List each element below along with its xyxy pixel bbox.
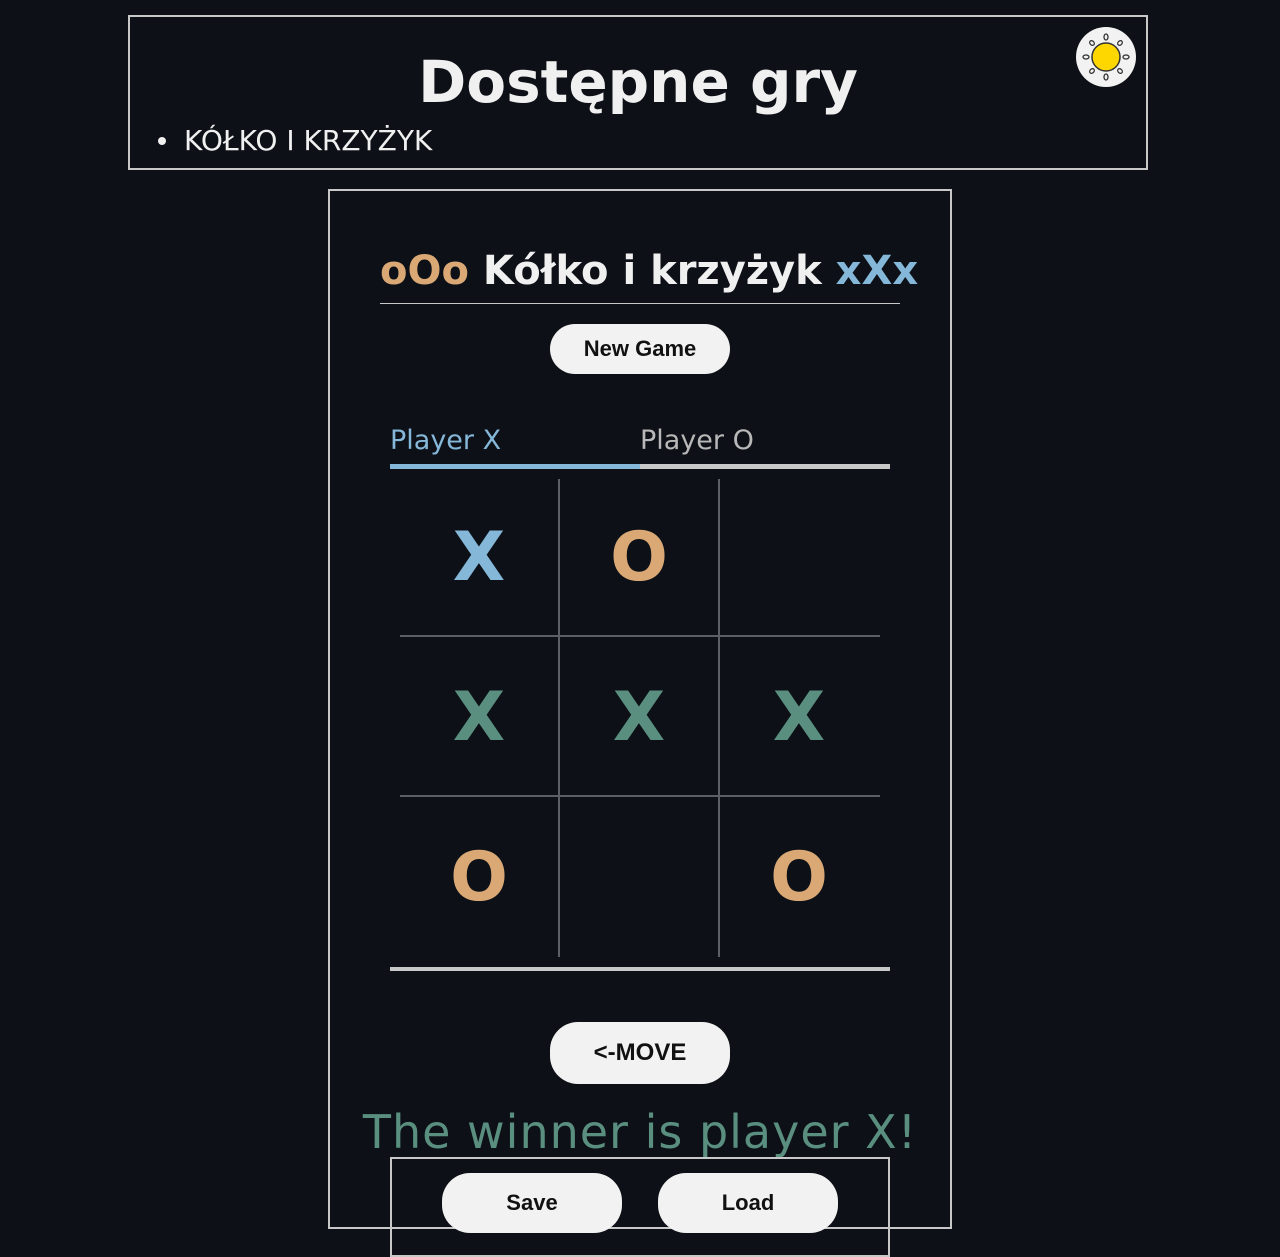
board-bottom-divider: [390, 967, 890, 971]
board-cell-1-0[interactable]: X: [400, 639, 558, 797]
board-cell-2-1[interactable]: [560, 799, 718, 957]
board-cell-0-1[interactable]: O: [560, 479, 718, 637]
game-board: X O X X X O O: [400, 479, 880, 957]
theme-toggle-button[interactable]: [1076, 27, 1136, 87]
title-x-decoration: xXx: [835, 248, 919, 294]
winner-message: The winner is player X!: [362, 1105, 918, 1159]
sun-icon: [1082, 33, 1130, 81]
title-text: Kółko i krzyżyk: [482, 248, 822, 294]
save-button[interactable]: Save: [442, 1173, 622, 1233]
undo-move-button[interactable]: <-MOVE: [550, 1022, 730, 1084]
board-cell-1-2[interactable]: X: [720, 639, 878, 797]
list-bullet: [158, 137, 166, 145]
game-link-label: KÓŁKO I KRZYŻYK: [184, 124, 433, 157]
game-title: oOo Kółko i krzyżyk xXx: [380, 248, 918, 304]
board-cell-1-1[interactable]: X: [560, 639, 718, 797]
tab-player-x[interactable]: Player X: [390, 421, 640, 469]
new-game-button[interactable]: New Game: [550, 324, 730, 374]
board-cell-2-2[interactable]: O: [720, 799, 878, 957]
board-cell-0-0[interactable]: X: [400, 479, 558, 637]
title-o-decoration: oOo: [380, 248, 469, 294]
tab-player-o[interactable]: Player O: [640, 421, 890, 469]
load-button[interactable]: Load: [658, 1173, 838, 1233]
game-panel: oOo Kółko i krzyżyk xXx New Game Player …: [328, 189, 952, 1257]
games-list: KÓŁKO I KRZYŻYK: [154, 123, 432, 159]
header-panel: Dostępne gry KÓŁKO I KRZYŻYK: [128, 15, 1148, 170]
board-cell-2-0[interactable]: O: [400, 799, 558, 957]
board-cell-0-2[interactable]: [720, 479, 878, 637]
page-title: Dostępne gry: [418, 48, 858, 116]
game-link-kolko-i-krzyzyk[interactable]: KÓŁKO I KRZYŻYK: [154, 123, 432, 159]
